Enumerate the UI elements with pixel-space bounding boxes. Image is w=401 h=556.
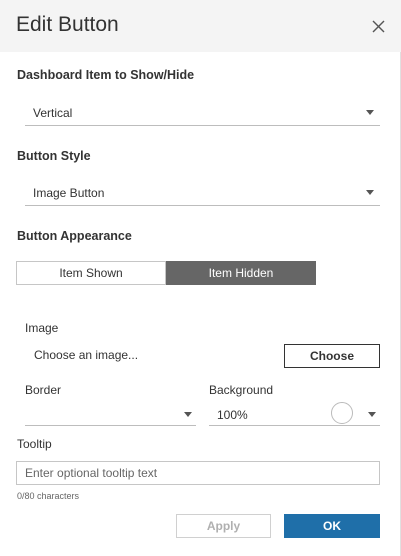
dashboard-item-label: Dashboard Item to Show/Hide [17, 68, 195, 82]
chevron-down-icon [366, 190, 374, 195]
tab-item-shown[interactable]: Item Shown [16, 261, 166, 285]
close-icon [372, 20, 385, 33]
background-color-swatch[interactable] [331, 402, 353, 424]
appearance-toggle-group: Item Shown Item Hidden [16, 261, 316, 285]
choose-image-button[interactable]: Choose [284, 344, 380, 368]
dashboard-item-dropdown[interactable]: Vertical [25, 100, 380, 126]
border-dropdown[interactable] [25, 402, 196, 426]
choose-image-text: Choose an image... [34, 348, 139, 362]
ok-button[interactable]: OK [284, 514, 380, 538]
tooltip-label: Tooltip [17, 437, 52, 451]
dialog-header: Edit Button [0, 0, 401, 52]
background-opacity-value: 100% [217, 408, 248, 422]
dialog-title: Edit Button [16, 13, 119, 36]
apply-button[interactable]: Apply [176, 514, 271, 538]
button-style-label: Button Style [17, 149, 91, 163]
chevron-down-icon [368, 412, 376, 417]
background-dropdown[interactable]: 100% [209, 402, 380, 426]
background-label: Background [209, 383, 274, 397]
close-button[interactable] [366, 14, 390, 38]
button-appearance-label: Button Appearance [17, 229, 132, 243]
chevron-down-icon [184, 412, 192, 417]
tooltip-input[interactable] [16, 461, 380, 485]
button-style-dropdown[interactable]: Image Button [25, 180, 380, 206]
edit-button-dialog: Edit Button Dashboard Item to Show/Hide … [0, 0, 401, 556]
dashboard-item-value: Vertical [33, 106, 73, 120]
tooltip-char-count: 0/80 characters [17, 491, 80, 501]
border-label: Border [25, 383, 62, 397]
tab-item-hidden[interactable]: Item Hidden [166, 261, 316, 285]
button-style-value: Image Button [33, 186, 105, 200]
chevron-down-icon [366, 110, 374, 115]
image-label: Image [25, 321, 59, 335]
